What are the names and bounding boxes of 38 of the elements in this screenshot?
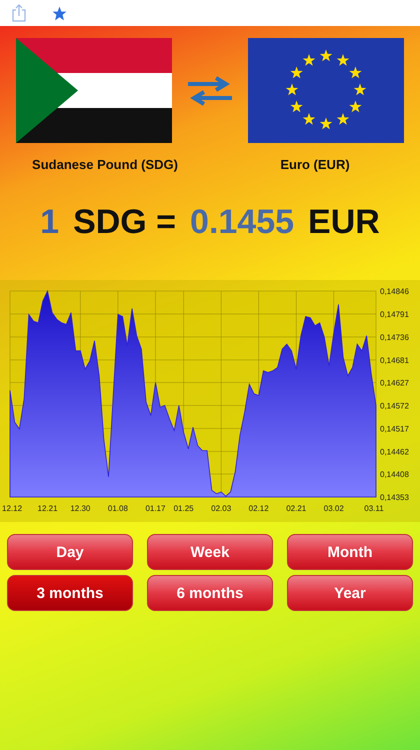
axis-label: 03.11 [364,504,384,513]
period-button[interactable]: 6 months [147,575,273,611]
share-icon[interactable] [12,4,26,22]
axis-label: 02.21 [286,504,306,513]
axis-label: 03.02 [324,504,344,513]
axis-label: 02.03 [211,504,232,513]
axis-label: 0,14736 [380,332,409,342]
axis-label: 12.30 [70,504,90,513]
currency-code: SDG = [73,203,176,242]
axis-label: 0,14572 [380,402,409,410]
axis-label: 0,14791 [380,310,409,319]
axis-label: 0,14408 [380,470,409,480]
axis-label: 0,14627 [380,378,409,388]
rate-value: 0.1455 [190,203,294,242]
axis-label: 02.12 [248,504,269,513]
axis-label: 0,14681 [380,356,409,365]
amount-text: 1 [40,203,60,242]
currency-label: Euro (EUR) [280,157,350,172]
currency-label: Sudanese Pound (SDG) [32,157,178,172]
period-button[interactable]: Year [287,575,413,611]
axis-label: 01.17 [145,504,166,513]
axis-label: 12.21 [38,504,58,513]
currency-code: EUR [308,203,380,242]
period-button[interactable]: Month [287,534,413,570]
axis-label: 0,14353 [380,493,409,502]
flag-icon [16,38,172,143]
axis-label: 0,14846 [380,287,409,296]
flag-icon [248,38,404,143]
axis-label: 12.12 [2,504,22,513]
star-icon[interactable] [52,6,67,20]
swap-icon[interactable] [186,76,234,106]
axis-label: 0,14462 [380,447,409,456]
period-button[interactable]: 3 months [7,575,133,611]
axis-label: 01.25 [174,504,194,513]
axis-label: 0,14517 [380,424,409,434]
axis-label: 01.08 [108,504,128,513]
period-button[interactable]: Day [7,534,133,570]
period-button[interactable]: Week [147,534,273,570]
